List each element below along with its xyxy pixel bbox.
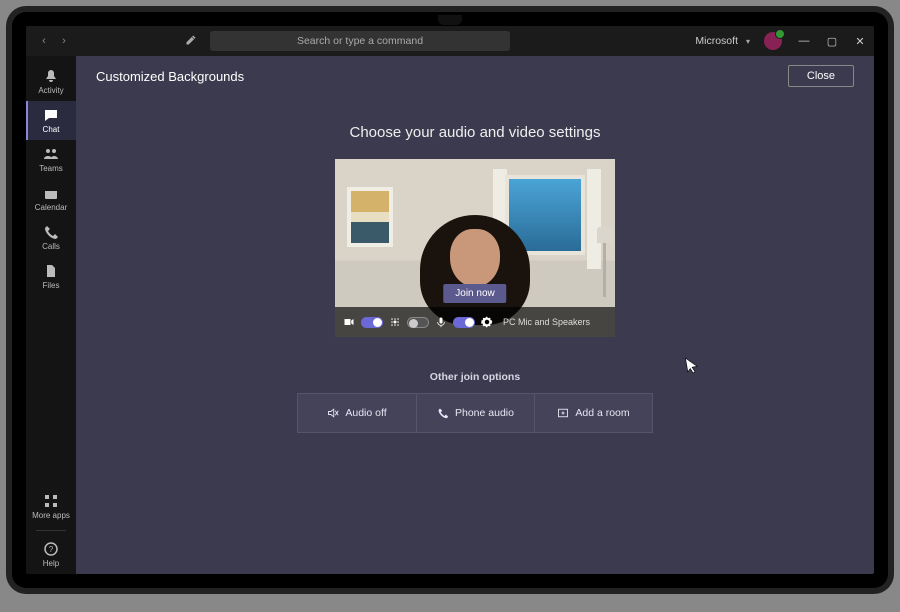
audio-off-option[interactable]: Audio off (298, 394, 416, 432)
help-icon: ? (43, 541, 59, 557)
sidebar-item-calls[interactable]: Calls (26, 218, 76, 257)
sidebar-item-label: Chat (43, 125, 60, 134)
tablet-frame: ‹ › Search or type a command Microsoft ▾… (12, 12, 888, 588)
option-label: Audio off (345, 407, 386, 419)
option-label: Phone audio (455, 407, 514, 419)
add-room-option[interactable]: Add a room (534, 394, 652, 432)
audio-device-label[interactable]: PC Mic and Speakers (503, 317, 590, 327)
join-now-button[interactable]: Join now (443, 284, 506, 303)
tablet-camera (438, 15, 462, 25)
main-panel: Customized Backgrounds Close Choose your… (76, 56, 874, 574)
mic-icon (435, 316, 447, 328)
prejoin-heading: Choose your audio and video settings (349, 124, 600, 141)
background-blur-icon (389, 316, 401, 328)
apps-icon (43, 493, 59, 509)
sidebar-item-chat[interactable]: Chat (26, 101, 76, 140)
phone-audio-option[interactable]: Phone audio (416, 394, 534, 432)
prejoin-content: Choose your audio and video settings (76, 96, 874, 574)
background-blur-toggle[interactable] (407, 317, 429, 328)
minimize-button[interactable]: — (790, 35, 818, 47)
other-join-options: Audio off Phone audio Add a room (297, 393, 653, 433)
preview-controls: PC Mic and Speakers (335, 307, 615, 337)
sidebar-item-more-apps[interactable]: More apps (26, 487, 76, 526)
other-options-heading: Other join options (430, 371, 520, 383)
sidebar-item-files[interactable]: Files (26, 257, 76, 296)
speaker-off-icon (327, 407, 339, 419)
teams-icon (43, 146, 59, 162)
sidebar-item-label: Files (43, 281, 60, 290)
sidebar-item-calendar[interactable]: Calendar (26, 179, 76, 218)
sidebar-item-activity[interactable]: Activity (26, 62, 76, 101)
titlebar: ‹ › Search or type a command Microsoft ▾… (26, 26, 874, 56)
camera-toggle[interactable] (361, 317, 383, 328)
camera-icon (343, 316, 355, 328)
nav-back-icon[interactable]: ‹ (36, 35, 52, 47)
chevron-down-icon[interactable]: ▾ (740, 37, 756, 46)
nav-forward-icon[interactable]: › (56, 35, 72, 47)
search-input[interactable]: Search or type a command (210, 31, 510, 51)
floor-lamp (595, 227, 615, 297)
file-icon (43, 263, 59, 279)
sidebar-item-help[interactable]: ? Help (26, 535, 76, 574)
compose-icon[interactable] (182, 34, 200, 49)
gear-icon[interactable] (481, 316, 493, 328)
sidebar-divider (36, 530, 66, 531)
bell-icon (43, 68, 59, 84)
chat-icon (43, 107, 59, 123)
org-label[interactable]: Microsoft (695, 35, 740, 47)
sidebar-item-label: Calendar (35, 203, 67, 212)
search-placeholder: Search or type a command (297, 35, 423, 47)
wall-art (347, 187, 393, 247)
close-window-button[interactable]: ✕ (846, 35, 874, 48)
calendar-icon (43, 185, 59, 201)
mic-toggle[interactable] (453, 317, 475, 328)
sidebar-item-teams[interactable]: Teams (26, 140, 76, 179)
avatar[interactable] (764, 32, 782, 50)
option-label: Add a room (575, 407, 629, 419)
room-icon (557, 407, 569, 419)
sidebar-item-label: Activity (38, 86, 63, 95)
panel-close-button[interactable]: Close (788, 65, 854, 87)
app-sidebar: Activity Chat Teams Calendar Calls (26, 56, 76, 574)
phone-icon (43, 224, 59, 240)
video-preview: Join now PC Mic and Speakers (335, 159, 615, 337)
sidebar-item-label: More apps (32, 511, 70, 520)
panel-header: Customized Backgrounds Close (76, 56, 874, 96)
maximize-button[interactable]: ▢ (818, 35, 846, 48)
svg-text:?: ? (49, 545, 54, 554)
phone-icon (437, 407, 449, 419)
history-nav: ‹ › (26, 35, 82, 47)
panel-title: Customized Backgrounds (96, 69, 244, 84)
app-window: ‹ › Search or type a command Microsoft ▾… (26, 26, 874, 574)
sidebar-item-label: Help (43, 559, 59, 568)
sidebar-item-label: Teams (39, 164, 63, 173)
sidebar-item-label: Calls (42, 242, 60, 251)
